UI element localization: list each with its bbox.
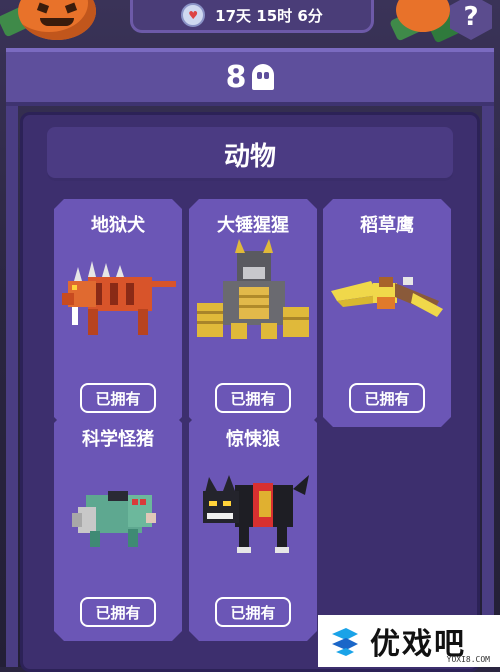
- brand-url: YOXI8.COM: [446, 655, 490, 664]
- collection-count: 8: [225, 59, 247, 95]
- panel-post: [6, 106, 18, 667]
- owned-button[interactable]: 已拥有: [80, 383, 156, 413]
- category-title: 动物: [47, 127, 453, 181]
- event-timer: ♥ 17天 15时 6分: [130, 0, 374, 33]
- owned-button[interactable]: 已拥有: [80, 597, 156, 627]
- wolf-icon: [193, 451, 313, 567]
- creature-card-scarecrow-eagle[interactable]: 稻草鹰 已拥有: [323, 199, 451, 427]
- hellhound-icon: [58, 237, 178, 353]
- timer-text: 17天 15时 6分: [215, 6, 323, 25]
- creature-name: 稻草鹰: [360, 215, 414, 236]
- creature-name: 地狱犬: [91, 215, 145, 236]
- creature-name: 惊悚狼: [226, 429, 280, 450]
- panel-post: [482, 106, 494, 667]
- creature-name: 大锤猩猩: [217, 215, 289, 236]
- creature-card-franken-pig[interactable]: 科学怪猪 已拥有: [54, 413, 182, 641]
- owned-button[interactable]: 已拥有: [349, 383, 425, 413]
- pig-icon: [58, 451, 178, 567]
- collection-count-banner: 8: [6, 48, 494, 106]
- brand-logo-icon: [332, 628, 358, 656]
- ghost-icon: [252, 64, 275, 90]
- creature-card-hellhound[interactable]: 地狱犬 已拥有: [54, 199, 182, 427]
- creature-card-hammer-gorilla[interactable]: 大锤猩猩 已拥有: [189, 199, 317, 427]
- owned-button[interactable]: 已拥有: [215, 597, 291, 627]
- site-watermark: 优戏吧 YOXI8.COM: [318, 615, 500, 667]
- creature-name: 科学怪猪: [82, 429, 154, 450]
- gorilla-icon: [193, 237, 313, 353]
- collection-panel: 动物 地狱犬 已拥有 大锤猩猩 已拥有 稻草鹰 已拥有 科学怪猪 已拥有 惊悚狼…: [20, 112, 480, 672]
- clock-heart-icon: ♥: [181, 3, 206, 27]
- owned-button[interactable]: 已拥有: [215, 383, 291, 413]
- eagle-icon: [327, 237, 447, 353]
- creature-card-creepy-wolf[interactable]: 惊悚狼 已拥有: [189, 413, 317, 641]
